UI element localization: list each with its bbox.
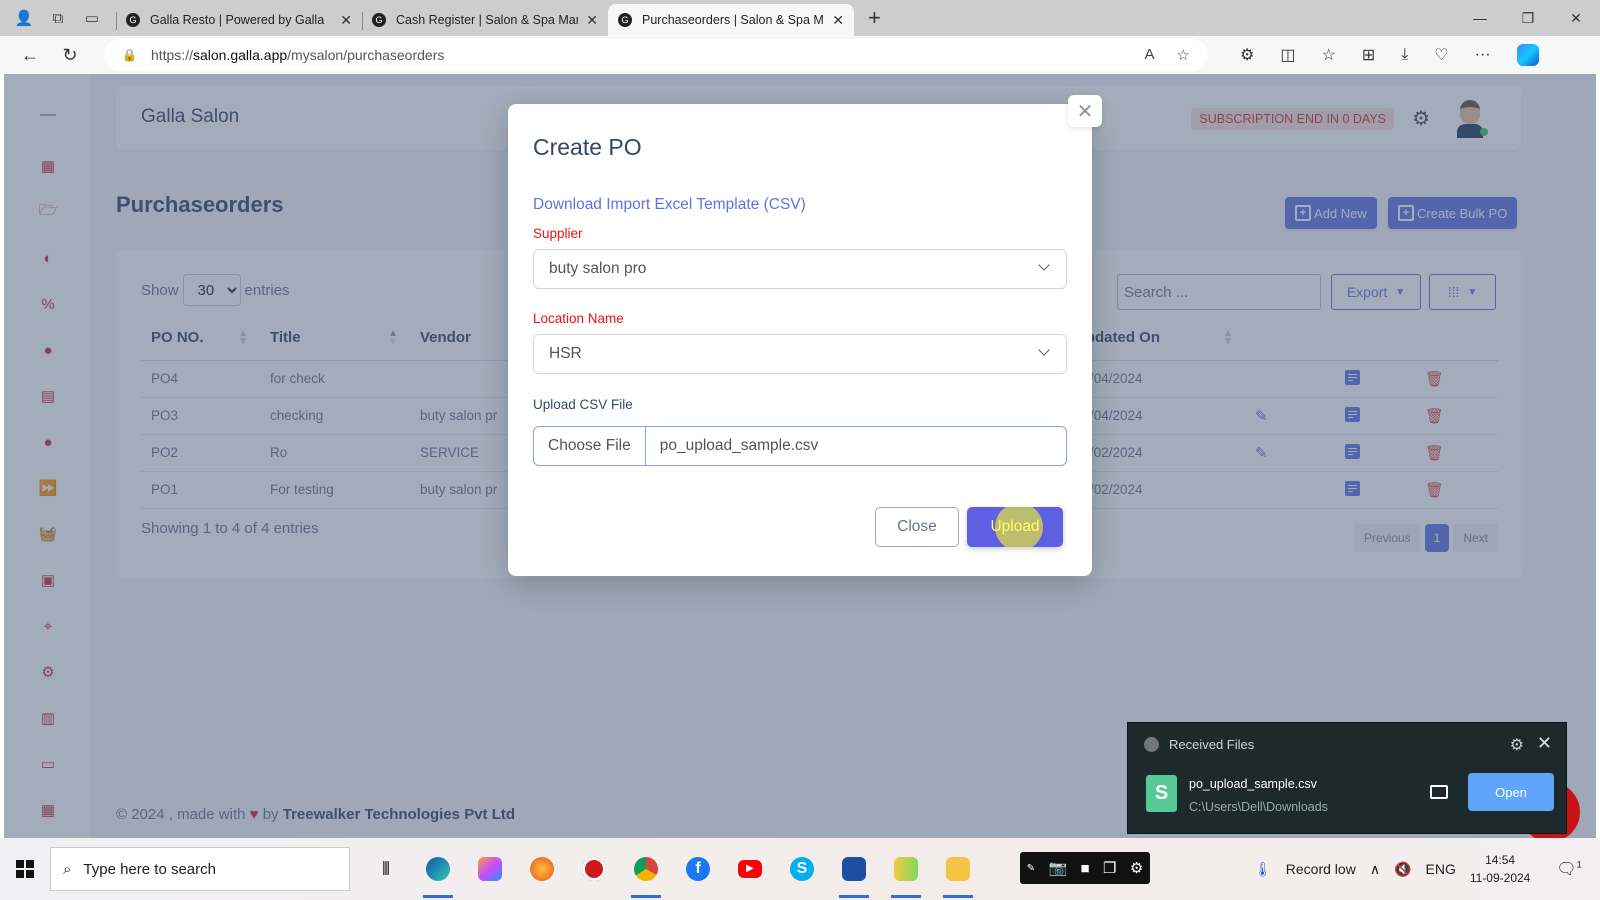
tab-actions-icon[interactable]: ▭ xyxy=(82,8,102,28)
task-view-icon[interactable]: ⫴ xyxy=(360,838,412,900)
thermometer-icon: 🌡 xyxy=(1254,860,1272,877)
firefox-app-icon[interactable] xyxy=(516,838,568,900)
upload-button[interactable]: Upload xyxy=(967,507,1063,547)
pen-icon[interactable]: ✎ xyxy=(1027,863,1035,874)
collections-icon[interactable]: ⧉ xyxy=(48,8,68,28)
url-input[interactable]: 🔒 https://salon.galla.app/mysalon/purcha… xyxy=(104,39,1208,71)
favicon-icon: G xyxy=(126,13,140,27)
skype-app-icon[interactable]: S xyxy=(776,838,828,900)
windows-start-icon[interactable] xyxy=(16,860,34,878)
refresh-icon[interactable]: ↻ xyxy=(60,45,80,66)
window-controls: — ❐ ✕ xyxy=(1456,0,1600,36)
snipping-toolbar: ✎ 📷 ■ ❐ ⚙ xyxy=(1020,852,1150,884)
browser-tab-active[interactable]: G Purchaseorders | Salon & Spa Ma ✕ xyxy=(608,4,854,36)
open-file-button[interactable]: Open xyxy=(1468,773,1554,811)
received-files-notification: Received Files ⚙ ✕ S po_upload_sample.cs… xyxy=(1127,722,1567,834)
restore-icon[interactable]: ❐ xyxy=(1504,0,1552,36)
extensions-icon[interactable]: ⚙ xyxy=(1240,45,1254,65)
upload-csv-label: Upload CSV File xyxy=(533,397,633,412)
close-button[interactable]: Close xyxy=(875,507,959,547)
edge-app-icon[interactable] xyxy=(412,838,464,900)
chevron-down-icon xyxy=(1038,344,1050,356)
received-file-name: po_upload_sample.csv xyxy=(1189,777,1317,791)
more-menu-icon[interactable]: ··· xyxy=(1475,46,1491,64)
copilot-icon[interactable] xyxy=(1516,44,1539,66)
chevron-down-icon xyxy=(1038,259,1050,271)
download-template-link[interactable]: Download Import Excel Template (CSV) xyxy=(533,196,806,214)
favorite-star-icon[interactable]: ☆ xyxy=(1177,46,1190,64)
close-tab-icon[interactable]: ✕ xyxy=(340,12,352,29)
close-tab-icon[interactable]: ✕ xyxy=(832,12,844,29)
windows-taskbar: ⌕ Type here to search ⫴ f ▶ S ✎ 📷 ■ ❐ ⚙ … xyxy=(0,838,1600,900)
weather-text[interactable]: Record low xyxy=(1286,861,1356,877)
close-icon[interactable]: ✕ xyxy=(1537,733,1552,754)
language-indicator[interactable]: ENG xyxy=(1426,861,1456,877)
store-app-icon[interactable] xyxy=(828,838,880,900)
settings-icon[interactable]: ⚙ xyxy=(1130,859,1143,877)
chrome-app-icon[interactable] xyxy=(620,838,672,900)
selected-file-name: po_upload_sample.csv xyxy=(659,437,819,454)
collections-add-icon[interactable]: ⊞ xyxy=(1362,45,1375,65)
recorder-app-icon[interactable] xyxy=(568,838,620,900)
minimize-icon[interactable]: — xyxy=(1456,0,1504,36)
supplier-select[interactable]: buty salon pro xyxy=(533,249,1067,289)
favicon-icon: G xyxy=(372,13,386,27)
back-icon[interactable]: ← xyxy=(20,45,40,66)
copilot-app-icon[interactable] xyxy=(464,838,516,900)
app-icon xyxy=(1144,737,1159,752)
system-tray: 🌡 Record low ∧ 🔇 ENG 14:54 11-09-2024 🗨1 xyxy=(1254,838,1582,900)
settings-icon[interactable]: ⚙ xyxy=(1510,735,1524,755)
close-tab-icon[interactable]: ✕ xyxy=(586,12,598,29)
chevron-up-icon[interactable]: ∧ xyxy=(1370,861,1380,878)
location-label: Location Name xyxy=(533,311,624,326)
file-explorer-icon[interactable] xyxy=(932,838,984,900)
search-icon: ⌕ xyxy=(63,860,72,878)
browser-toolbar: ⚙ ◫ ☆ ⊞ ⤓ ♡ ··· xyxy=(1240,36,1539,74)
address-bar-row: ← ↻ 🔒 https://salon.galla.app/mysalon/pu… xyxy=(0,36,1600,74)
taskbar-apps: ⫴ f ▶ S xyxy=(360,838,984,900)
browser-tab[interactable]: G Galla Resto | Powered by Galla ✕ xyxy=(116,4,362,36)
profile-icon[interactable]: 👤 xyxy=(14,8,34,28)
facebook-app-icon[interactable]: f xyxy=(672,838,724,900)
taskbar-search[interactable]: ⌕ Type here to search xyxy=(50,847,350,891)
youtube-app-icon[interactable]: ▶ xyxy=(724,838,776,900)
browser-tab[interactable]: G Cash Register | Salon & Spa Mana ✕ xyxy=(362,4,608,36)
modal-close-icon[interactable]: ✕ xyxy=(1068,95,1102,127)
supplier-label: Supplier xyxy=(533,226,583,241)
close-window-icon[interactable]: ✕ xyxy=(1552,0,1600,36)
create-po-modal: Create PO Download Import Excel Template… xyxy=(508,104,1092,576)
browser-tab-bar: 👤 ⧉ ▭ G Galla Resto | Powered by Galla ✕… xyxy=(0,0,1600,36)
lock-icon[interactable]: 🔒 xyxy=(122,48,137,62)
csv-file-input[interactable]: Choose File po_upload_sample.csv xyxy=(533,426,1067,466)
favorites-icon[interactable]: ☆ xyxy=(1321,45,1335,65)
new-tab-icon[interactable]: + xyxy=(868,5,881,31)
downloads-icon[interactable]: ⤓ xyxy=(1401,46,1408,64)
modal-title: Create PO xyxy=(533,134,642,160)
received-file-path: C:\Users\Dell\Downloads xyxy=(1189,800,1328,814)
notification-icon[interactable]: 🗨1 xyxy=(1556,859,1581,879)
spreadsheet-file-icon: S xyxy=(1146,775,1177,812)
folder-icon[interactable] xyxy=(1430,785,1448,799)
split-screen-icon[interactable]: ◫ xyxy=(1280,45,1295,65)
video-icon[interactable]: ■ xyxy=(1081,860,1090,877)
favicon-icon: G xyxy=(618,13,632,27)
choose-file-button[interactable]: Choose File xyxy=(534,427,646,465)
clock[interactable]: 14:54 11-09-2024 xyxy=(1470,851,1531,887)
camera-icon[interactable]: 📷 xyxy=(1048,859,1067,877)
app-icon[interactable] xyxy=(880,838,932,900)
location-select[interactable]: HSR xyxy=(533,334,1067,374)
read-aloud-icon[interactable]: A xyxy=(1145,46,1155,64)
volume-muted-icon[interactable]: 🔇 xyxy=(1394,861,1411,878)
browser-essentials-icon[interactable]: ♡ xyxy=(1434,45,1448,65)
windows-icon[interactable]: ❐ xyxy=(1103,859,1116,877)
